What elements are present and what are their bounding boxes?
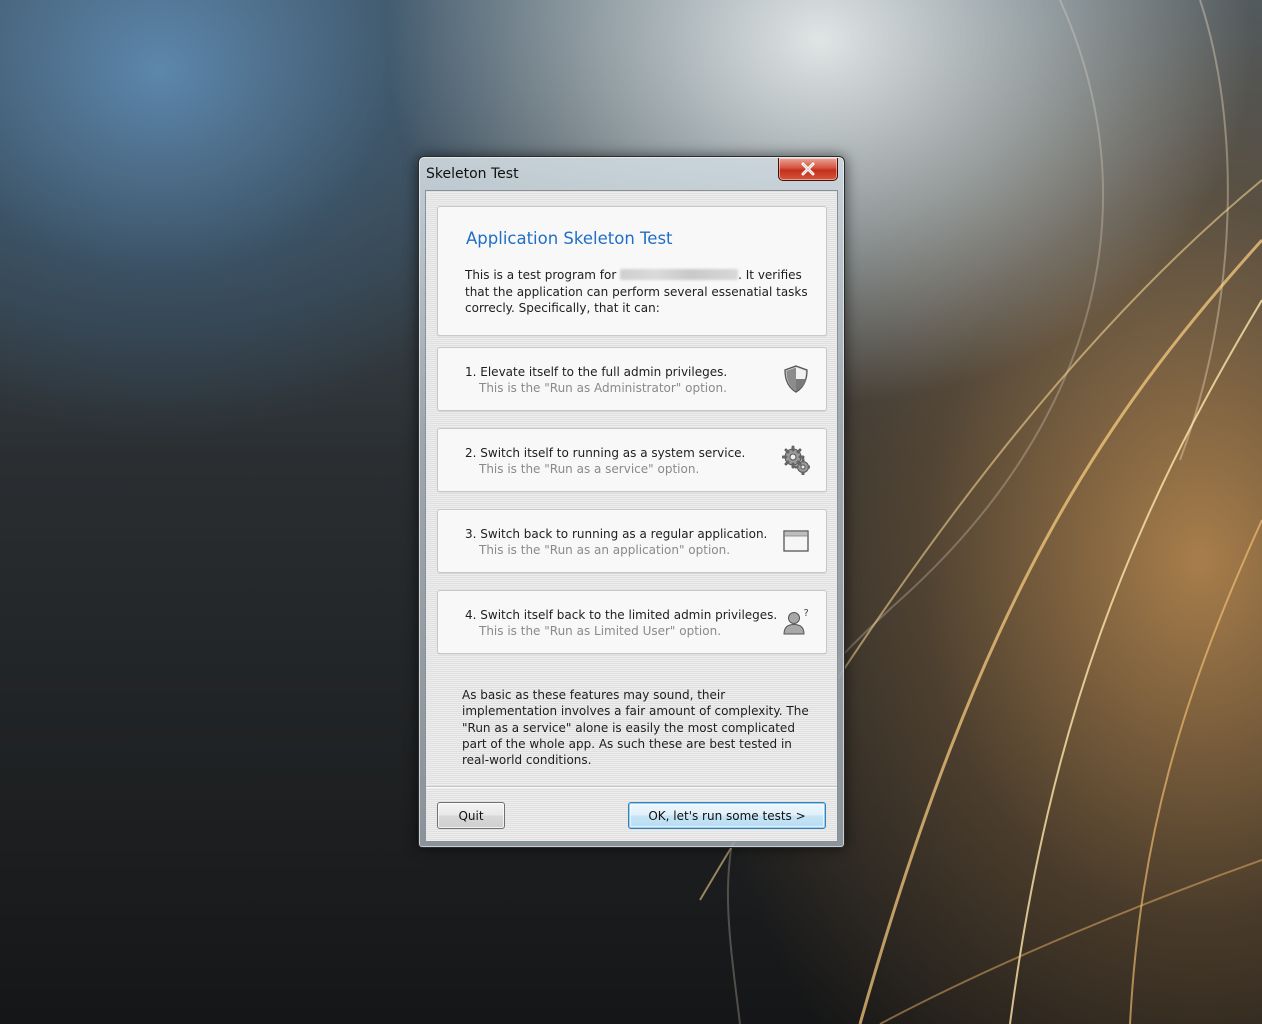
feature-subtitle: This is the "Run as an application" opti…: [479, 543, 731, 557]
feature-item-limited-user: 4. Switch itself back to the limited adm…: [437, 590, 827, 654]
title-bar[interactable]: Skeleton Test: [419, 157, 844, 191]
svg-text:?: ?: [804, 608, 809, 619]
quit-button[interactable]: Quit: [437, 802, 505, 829]
window-title: Skeleton Test: [426, 166, 519, 182]
outro-paragraph: As basic as these features may sound, th…: [462, 688, 809, 768]
feature-item-application: 3. Switch back to running as a regular a…: [437, 509, 827, 573]
feature-subtitle: This is the "Run as a service" option.: [479, 462, 700, 476]
run-tests-button[interactable]: OK, let's run some tests >: [628, 802, 826, 829]
shield-icon: [784, 365, 808, 393]
intro-description: This is a test program for . It verifies…: [465, 267, 810, 317]
feature-title: 2. Switch itself to running as a system …: [465, 446, 746, 460]
feature-item-service: 2. Switch itself to running as a system …: [437, 428, 827, 492]
intro-card: Application Skeleton Test This is a test…: [437, 206, 827, 336]
feature-subtitle: This is the "Run as Limited User" option…: [479, 624, 722, 638]
dialog-window: Skeleton Test Application Skeleton Test …: [418, 156, 845, 848]
feature-subtitle: This is the "Run as Administrator" optio…: [479, 381, 727, 395]
gears-icon: [782, 445, 810, 475]
close-icon: [801, 162, 815, 176]
close-button[interactable]: [778, 158, 838, 181]
feature-title: 3. Switch back to running as a regular a…: [465, 527, 768, 541]
dialog-content: Application Skeleton Test This is a test…: [425, 190, 838, 842]
window-icon: [783, 530, 809, 552]
page-title: Application Skeleton Test: [466, 229, 673, 248]
feature-title: 4. Switch itself back to the limited adm…: [465, 608, 778, 622]
intro-text-start: This is a test program for: [465, 268, 621, 282]
user-question-icon: ?: [783, 608, 809, 635]
footer-divider: [426, 786, 837, 788]
feature-item-elevate: 1. Elevate itself to the full admin priv…: [437, 347, 827, 411]
redacted-product-name: [620, 269, 739, 280]
feature-title: 1. Elevate itself to the full admin priv…: [465, 365, 728, 379]
